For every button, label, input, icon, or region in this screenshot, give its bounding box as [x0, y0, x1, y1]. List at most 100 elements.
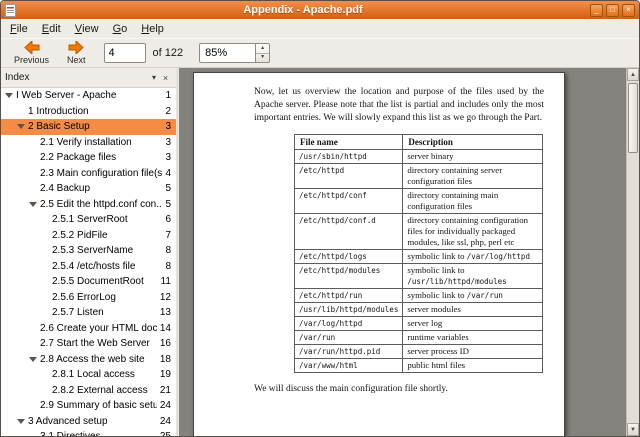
titlebar[interactable]: Appendix - Apache.pdf _ □ × [1, 1, 639, 19]
index-item-page: 16 [159, 338, 171, 350]
zoom-value[interactable]: 85% [199, 43, 256, 63]
index-item-page: 19 [159, 369, 171, 381]
menu-file[interactable]: File [3, 19, 35, 38]
scroll-up-arrow-icon[interactable]: ▲ [627, 68, 639, 81]
index-item-page: 13 [159, 307, 171, 319]
file-name-cell: /usr/lib/httpd/modules [293, 302, 404, 318]
index-item[interactable]: 2.7 Start the Web Server 16 [1, 336, 176, 352]
zoom-up-arrow-icon[interactable]: ▲ [256, 44, 270, 54]
maximize-button[interactable]: □ [606, 3, 619, 17]
index-item-label: 2.8.1 Local access [52, 369, 135, 381]
sidebar-view-selector[interactable]: Index ▾ [5, 72, 156, 83]
application-window: Appendix - Apache.pdf _ □ × File Edit View… [0, 0, 640, 437]
file-name-cell: /etc/httpd/logs [293, 249, 404, 265]
close-button[interactable]: × [622, 3, 635, 17]
file-name-cell: /var/www/html [293, 358, 404, 374]
index-item[interactable]: 2.3 Main configuration file(s) 4 [1, 166, 176, 182]
index-item-page: 11 [160, 276, 171, 288]
index-item[interactable]: 2.5 Edit the httpd.conf con... 5 [1, 197, 176, 213]
table-row: /etc/httpd/conf directory containing main… [293, 188, 544, 215]
menu-go[interactable]: Go [106, 19, 135, 38]
table-row: /var/run/httpd.pid server process ID [293, 344, 544, 360]
index-item[interactable]: 2.9 Summary of basic setup 24 [1, 398, 176, 414]
description-cell: symbolic link to /var/log/httpd [402, 249, 544, 265]
expander-triangle-icon[interactable] [16, 121, 27, 132]
minimize-button[interactable]: _ [590, 3, 603, 17]
index-item-label: 2.8 Access the web site [40, 353, 145, 365]
file-name-cell: /var/run [293, 330, 404, 346]
index-item[interactable]: 2.6 Create your HTML doc... 14 [1, 321, 176, 337]
previous-button-label: Previous [14, 55, 50, 65]
index-item[interactable]: 2.8 Access the web site 18 [1, 352, 176, 368]
index-item[interactable]: 3 Advanced setup 24 [1, 414, 176, 430]
expander-triangle-icon[interactable] [16, 416, 27, 427]
table-row: /etc/httpd/conf.d directory containing co… [293, 213, 544, 251]
index-item[interactable]: I Web Server - Apache 1 [1, 88, 176, 104]
index-item-page: 24 [159, 400, 171, 412]
pdf-page-content: Now, let us overview the location and pu… [194, 73, 564, 394]
index-item[interactable]: 2.8.2 External access 21 [1, 383, 176, 399]
previous-button[interactable]: Previous [6, 39, 57, 67]
next-button[interactable]: Next [59, 39, 94, 67]
index-item[interactable]: 2.5.6 ErrorLog 12 [1, 290, 176, 306]
index-item[interactable]: 2.5.2 PidFile 7 [1, 228, 176, 244]
vertical-scrollbar[interactable]: ▲ ▼ [626, 68, 639, 436]
scrollbar-thumb[interactable] [628, 83, 638, 153]
index-item-label: 2.3 Main configuration file(s) [40, 167, 163, 179]
description-cell: directory containing main configuration … [402, 188, 544, 215]
index-item[interactable]: 1 Introduction 2 [1, 104, 176, 120]
expander-triangle-icon[interactable] [28, 354, 39, 365]
table-row: /usr/sbin/httpd server binary [293, 149, 544, 165]
index-item-page: 18 [159, 353, 171, 365]
expander-triangle-icon[interactable] [28, 199, 39, 210]
document-view[interactable]: Now, let us overview the location and pu… [179, 68, 639, 436]
index-item-page: 24 [159, 415, 171, 427]
index-item[interactable]: 3.1 Directives25 [1, 429, 176, 436]
file-name-cell: /usr/sbin/httpd [293, 149, 404, 165]
index-item[interactable]: 2.5.3 ServerName 8 [1, 243, 176, 259]
description-cell: symbolic link to /var/run [402, 288, 544, 304]
index-item[interactable]: 2.1 Verify installation 3 [1, 135, 176, 151]
table-row: /var/www/html public html files [293, 358, 544, 374]
scroll-down-arrow-icon[interactable]: ▼ [627, 423, 639, 436]
sidebar-title: Index [5, 72, 30, 83]
index-item-page: 14 [159, 322, 171, 334]
content-area: Index ▾ × I Web Server - Apache 1 1 Introd… [1, 68, 639, 436]
index-item-label: 2.7 Start the Web Server [40, 338, 150, 350]
index-item-page: 1 [165, 90, 171, 102]
expander-triangle-icon[interactable] [4, 90, 15, 101]
sidebar-header: Index ▾ × [1, 68, 176, 88]
files-table: File name Description /usr/sbin/httpd serv… [293, 134, 544, 374]
index-item[interactable]: 2.4 Backup 5 [1, 181, 176, 197]
index-item[interactable]: 2.5.5 DocumentRoot 11 [1, 274, 176, 290]
menu-edit[interactable]: Edit [35, 19, 68, 38]
menu-help[interactable]: Help [134, 19, 171, 38]
zoom-spinner[interactable]: ▲ ▼ [255, 43, 271, 63]
menu-view[interactable]: View [68, 19, 106, 38]
index-item-page: 12 [159, 291, 171, 303]
index-item-page: 8 [165, 260, 171, 272]
page-number-input[interactable] [103, 43, 146, 63]
index-item[interactable]: 2.5.7 Listen 13 [1, 305, 176, 321]
zoom-combobox[interactable]: 85% ▲ ▼ [199, 43, 271, 63]
index-tree[interactable]: I Web Server - Apache 1 1 Introduction 2 2 B… [1, 88, 176, 436]
index-item[interactable]: 2 Basic Setup 3 [1, 119, 176, 135]
index-item[interactable]: 2.5.4 /etc/hosts file 8 [1, 259, 176, 275]
table-header-file-name: File name [293, 134, 404, 151]
index-item[interactable]: 2.5.1 ServerRoot 6 [1, 212, 176, 228]
pdf-page: Now, let us overview the location and pu… [193, 72, 565, 436]
index-item-label: 2.2 Package files [40, 152, 117, 164]
sidebar-close-button[interactable]: × [159, 71, 172, 84]
zoom-down-arrow-icon[interactable]: ▼ [256, 54, 269, 63]
index-item[interactable]: 2.8.1 Local access 19 [1, 367, 176, 383]
index-item-label: 2.5 Edit the httpd.conf con... [40, 198, 163, 210]
index-item[interactable]: 2.2 Package files 3 [1, 150, 176, 166]
index-item-page: 2 [165, 105, 171, 117]
